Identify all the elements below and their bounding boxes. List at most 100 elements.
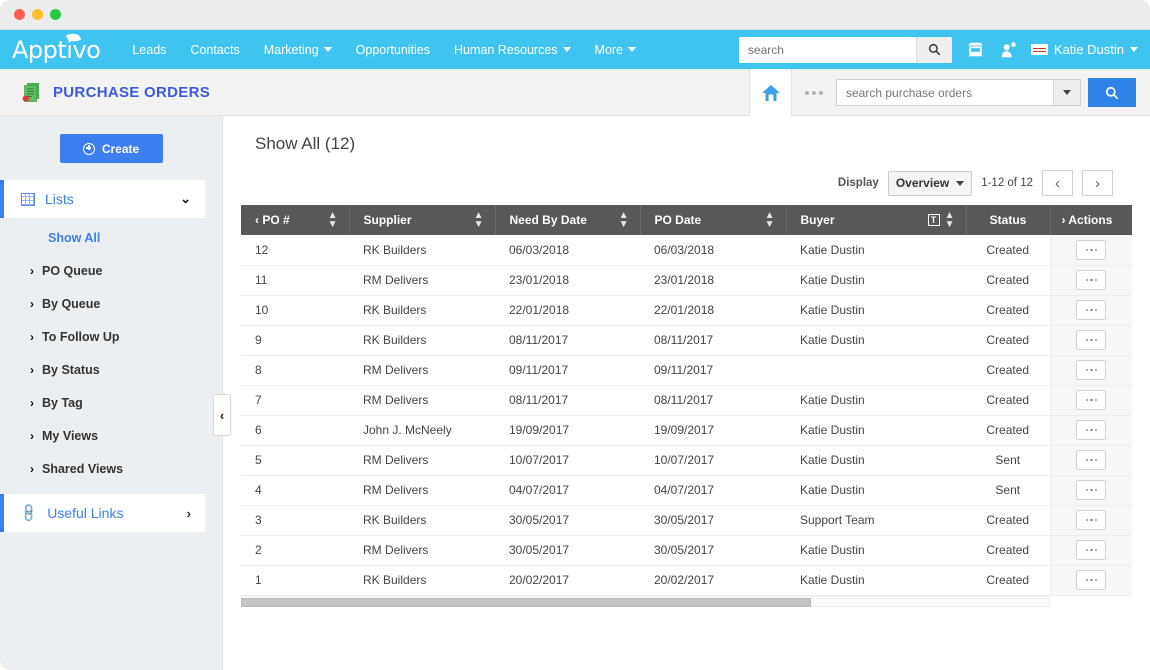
sidebar-item-label: By Tag xyxy=(42,396,83,410)
table-cell-po-number: 7 xyxy=(241,385,349,416)
table-row[interactable]: 8 RM Delivers 09/11/2017 09/11/2017 Created xyxy=(241,355,1132,386)
display-select[interactable]: Overview xyxy=(887,170,973,196)
table-cell-need-by-date: 08/11/2017 xyxy=(495,385,640,416)
sidebar-item-to-follow-up[interactable]: › To Follow Up xyxy=(0,324,222,350)
row-actions-button[interactable] xyxy=(1076,270,1107,290)
app-header-bar: PURCHASE ORDERS xyxy=(0,69,1150,116)
table-header: ‹ PO # ▲▼ Supplier ▲▼ Need By Date ▲▼ xyxy=(241,205,1132,235)
table-row[interactable]: 3 RK Builders 30/05/2017 30/05/2017 Support … xyxy=(241,505,1132,536)
table-row[interactable]: 6 John J. McNeely 19/09/2017 19/09/2017 Kati… xyxy=(241,415,1132,446)
sidebar-section-useful-links[interactable]: 🔗 Useful Links › xyxy=(0,494,205,532)
sidebar-item-my-views[interactable]: › My Views xyxy=(0,423,222,449)
nav-link-marketing[interactable]: Marketing xyxy=(252,43,344,57)
text-filter-icon[interactable]: T xyxy=(927,214,940,226)
nav-label: More xyxy=(594,42,624,57)
column-header-buyer[interactable]: Buyer T ▲ ▼ xyxy=(786,205,967,235)
sidebar-item-by-queue[interactable]: › By Queue xyxy=(0,291,222,317)
app-search-dropdown-button[interactable] xyxy=(1053,80,1080,105)
chevron-down-icon xyxy=(956,180,965,186)
table-row[interactable]: 10 RK Builders 22/01/2018 22/01/2018 Katie D… xyxy=(241,295,1132,326)
row-actions-button[interactable] xyxy=(1076,450,1107,470)
content-area: Create Lists ⌄ Show All › PO Queue › By … xyxy=(0,116,1150,670)
table-row[interactable]: 2 RM Delivers 30/05/2017 30/05/2017 Katie Du… xyxy=(241,535,1132,566)
nav-link-opportunities[interactable]: Opportunities xyxy=(344,43,442,57)
nav-link-contacts[interactable]: Contacts xyxy=(178,43,251,57)
table-cell-buyer xyxy=(786,355,966,386)
chevron-down-icon xyxy=(628,47,637,52)
table-row[interactable]: 7 RM Delivers 08/11/2017 08/11/2017 Katie Du… xyxy=(241,385,1132,416)
maximize-window-button[interactable] xyxy=(50,9,61,20)
three-dots-icon xyxy=(1085,548,1088,552)
row-actions-button[interactable] xyxy=(1076,510,1107,530)
sidebar-item-label: By Status xyxy=(42,363,100,377)
column-header-po-date[interactable]: PO Date ▲ ▼ xyxy=(640,205,787,235)
table-row[interactable]: 5 RM Delivers 10/07/2017 10/07/2017 Katie Du… xyxy=(241,445,1132,476)
column-header-need-by-date[interactable]: Need By Date ▲ ▼ xyxy=(495,205,641,235)
chevron-right-icon: › xyxy=(30,363,34,377)
table-row[interactable]: 1 RK Builders 20/02/2017 20/02/2017 Katie Du… xyxy=(241,565,1132,596)
horizontal-scrollbar[interactable] xyxy=(241,595,1050,607)
more-options-button[interactable] xyxy=(792,69,836,116)
column-header-actions[interactable]: › Actions xyxy=(1050,205,1132,235)
table-cell-po-number: 5 xyxy=(241,445,349,476)
prev-page-button[interactable]: ‹ xyxy=(1042,170,1073,196)
column-header-supplier[interactable]: Supplier ▲ ▼ xyxy=(349,205,496,235)
row-actions-button[interactable] xyxy=(1076,360,1107,380)
apptivo-logo[interactable]: Apptivo xyxy=(12,30,101,62)
row-actions-button[interactable] xyxy=(1076,390,1107,410)
nav-link-leads[interactable]: Leads xyxy=(120,43,178,57)
app-search-input[interactable] xyxy=(837,80,1053,105)
sort-icon[interactable]: ▲ ▼ xyxy=(945,211,955,230)
table-cell-supplier: John J. McNeely xyxy=(349,415,495,446)
global-search-input[interactable] xyxy=(738,36,916,63)
sidebar-item-by-status[interactable]: › By Status xyxy=(0,357,222,383)
store-icon[interactable] xyxy=(966,41,985,59)
sort-icon[interactable]: ▲ ▼ xyxy=(328,211,338,230)
sidebar-item-po-queue[interactable]: › PO Queue xyxy=(0,258,222,284)
table-cell-status: Sent xyxy=(966,445,1050,476)
sidebar-collapse-handle[interactable]: ‹ xyxy=(213,394,231,436)
sort-icon[interactable]: ▲ ▼ xyxy=(765,211,775,230)
grid-icon xyxy=(21,192,35,206)
next-page-button[interactable]: › xyxy=(1082,170,1113,196)
table-row[interactable]: 11 RM Delivers 23/01/2018 23/01/2018 Katie D… xyxy=(241,265,1132,296)
home-icon[interactable] xyxy=(750,69,792,116)
table-row[interactable]: 12 RK Builders 06/03/2018 06/03/2018 Katie D… xyxy=(241,235,1132,266)
minimize-window-button[interactable] xyxy=(32,9,43,20)
app-search-button[interactable] xyxy=(1088,78,1136,107)
sidebar-item-shared-views[interactable]: › Shared Views xyxy=(0,456,222,482)
sidebar-section-lists[interactable]: Lists ⌄ xyxy=(0,180,205,218)
row-actions-button[interactable] xyxy=(1076,239,1107,260)
table-row[interactable]: 9 RK Builders 08/11/2017 08/11/2017 Katie Du… xyxy=(241,325,1132,356)
sidebar-item-by-tag[interactable]: › By Tag xyxy=(0,390,222,416)
three-dots-icon xyxy=(1094,458,1097,462)
row-actions-button[interactable] xyxy=(1076,540,1107,560)
table-cell-po-number: 2 xyxy=(241,535,349,566)
table-cell-po-date: 04/07/2017 xyxy=(640,475,786,506)
nav-label: Leads xyxy=(132,42,167,57)
scrollbar-thumb[interactable] xyxy=(241,597,812,607)
row-actions-button[interactable] xyxy=(1076,420,1107,440)
table-cell-buyer: Katie Dustin xyxy=(786,265,966,296)
global-search-button[interactable] xyxy=(915,36,952,63)
row-actions-button[interactable] xyxy=(1076,300,1107,320)
column-header-status[interactable]: Status xyxy=(966,205,1051,235)
user-menu[interactable]: Katie Dustin xyxy=(1030,42,1138,57)
chevron-down-icon: ⌄ xyxy=(180,191,191,206)
table-row[interactable]: 4 RM Delivers 04/07/2017 04/07/2017 Katie Du… xyxy=(241,475,1132,506)
sort-icon[interactable]: ▲ ▼ xyxy=(474,211,484,230)
row-actions-button[interactable] xyxy=(1076,570,1107,590)
search-icon xyxy=(928,43,941,56)
row-actions-button[interactable] xyxy=(1076,330,1107,350)
table-cell-status: Created xyxy=(966,385,1050,416)
nav-link-human-resources[interactable]: Human Resources xyxy=(442,43,583,57)
notifications-user-icon[interactable] xyxy=(999,41,1017,59)
close-window-button[interactable] xyxy=(14,9,25,20)
column-header-po-number[interactable]: ‹ PO # ▲ ▼ xyxy=(241,205,350,235)
sidebar-item-show-all[interactable]: Show All xyxy=(0,225,222,251)
sidebar-item-label: PO Queue xyxy=(42,264,103,278)
sort-icon[interactable]: ▲ ▼ xyxy=(619,211,629,230)
nav-link-more[interactable]: More xyxy=(583,43,648,57)
create-button[interactable]: Create xyxy=(59,134,163,163)
row-actions-button[interactable] xyxy=(1076,480,1107,500)
